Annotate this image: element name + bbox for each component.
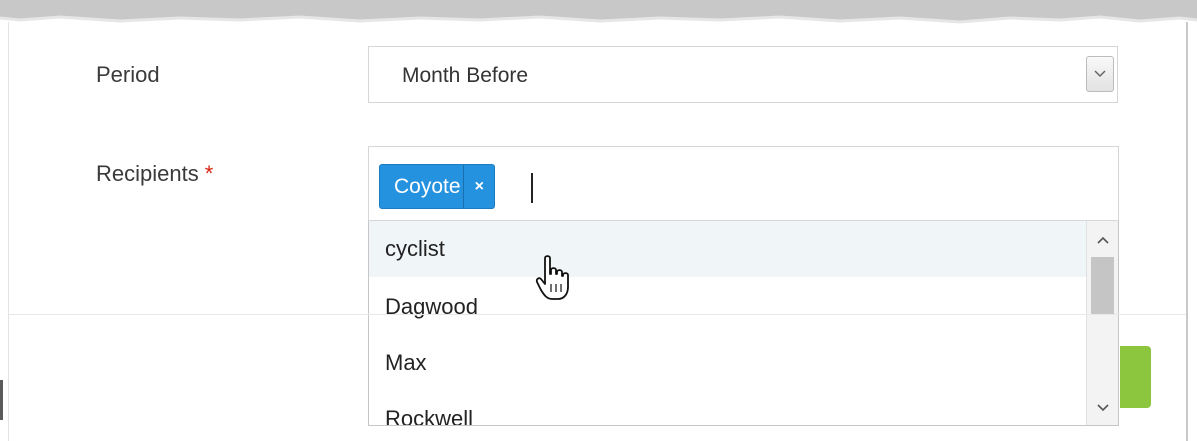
required-marker: *	[204, 161, 214, 186]
dropdown-option[interactable]: Max	[369, 335, 1086, 391]
recipients-label-text: Recipients	[96, 161, 199, 186]
recipients-input[interactable]: Coyote ×	[368, 146, 1119, 221]
chevron-down-icon[interactable]	[1086, 56, 1114, 92]
dropdown-option[interactable]: cyclist	[369, 221, 1086, 277]
window-edge	[0, 380, 3, 420]
dropdown-option[interactable]: Dagwood	[369, 279, 1086, 335]
period-select[interactable]: Month Before	[368, 46, 1118, 103]
submit-button[interactable]	[1120, 346, 1151, 408]
dropdown-scrollbar[interactable]	[1086, 221, 1118, 425]
recipients-label: Recipients *	[96, 161, 213, 187]
recipients-dropdown[interactable]: cyclist Dagwood Max Rockwell	[368, 221, 1119, 426]
hand-pointer-icon	[535, 255, 569, 300]
scrollbar-thumb[interactable]	[1091, 257, 1114, 315]
period-label: Period	[96, 62, 160, 87]
card-left-border	[8, 22, 9, 441]
dropdown-option[interactable]: Rockwell	[369, 391, 1086, 425]
text-caret	[531, 173, 533, 203]
recipient-tag-label: Coyote	[394, 174, 461, 198]
tag-remove-button[interactable]: ×	[463, 165, 494, 208]
recipient-tag: Coyote ×	[379, 164, 495, 209]
chevron-up-icon[interactable]	[1087, 227, 1118, 253]
torn-paper-edge	[0, 0, 1197, 24]
footer-divider	[9, 314, 1186, 315]
card-right-border	[1186, 22, 1188, 441]
chevron-down-icon[interactable]	[1087, 395, 1118, 421]
period-select-value: Month Before	[402, 64, 529, 87]
